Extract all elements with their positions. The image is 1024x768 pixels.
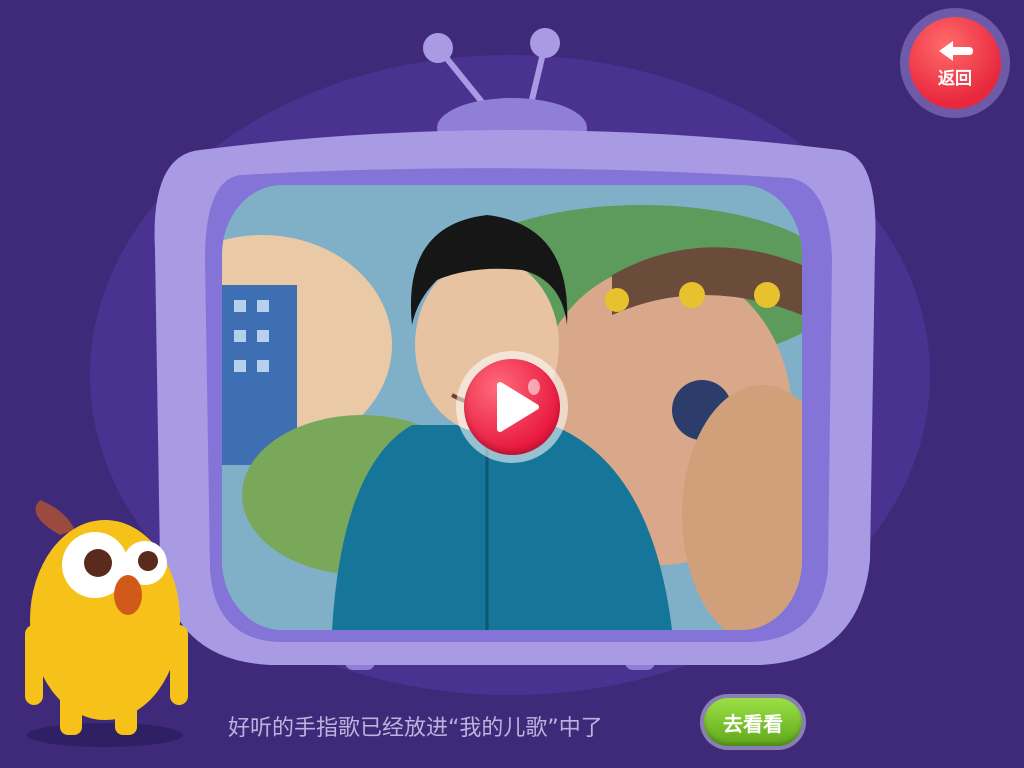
mascot-leg-left [60,690,82,735]
back-button-face: 返回 [909,17,1001,109]
play-icon [497,379,540,432]
mascot-character [25,500,188,747]
play-button-face [464,359,560,455]
back-button[interactable]: 返回 [900,8,1010,118]
back-arrow-icon [939,40,973,61]
mascot-arm-right [170,625,188,705]
mascot-ear [35,500,75,535]
back-button-label: 返回 [938,68,972,89]
go-see-button[interactable]: 去看看 [700,694,806,750]
play-button[interactable] [456,351,568,463]
app-screen: 返回 好听的手指歌已经放进“我的儿歌”中了 去看看 [0,0,1024,768]
mascot-leg-right [115,690,137,735]
mascot-arm-left [25,625,43,705]
mascot-mouth [114,575,142,615]
antenna-ball-right [530,28,560,58]
go-see-button-label: 去看看 [704,698,802,746]
mascot-shadow [27,723,183,747]
antenna-ball-left [423,33,453,63]
status-message: 好听的手指歌已经放进“我的儿歌”中了 [228,716,603,741]
